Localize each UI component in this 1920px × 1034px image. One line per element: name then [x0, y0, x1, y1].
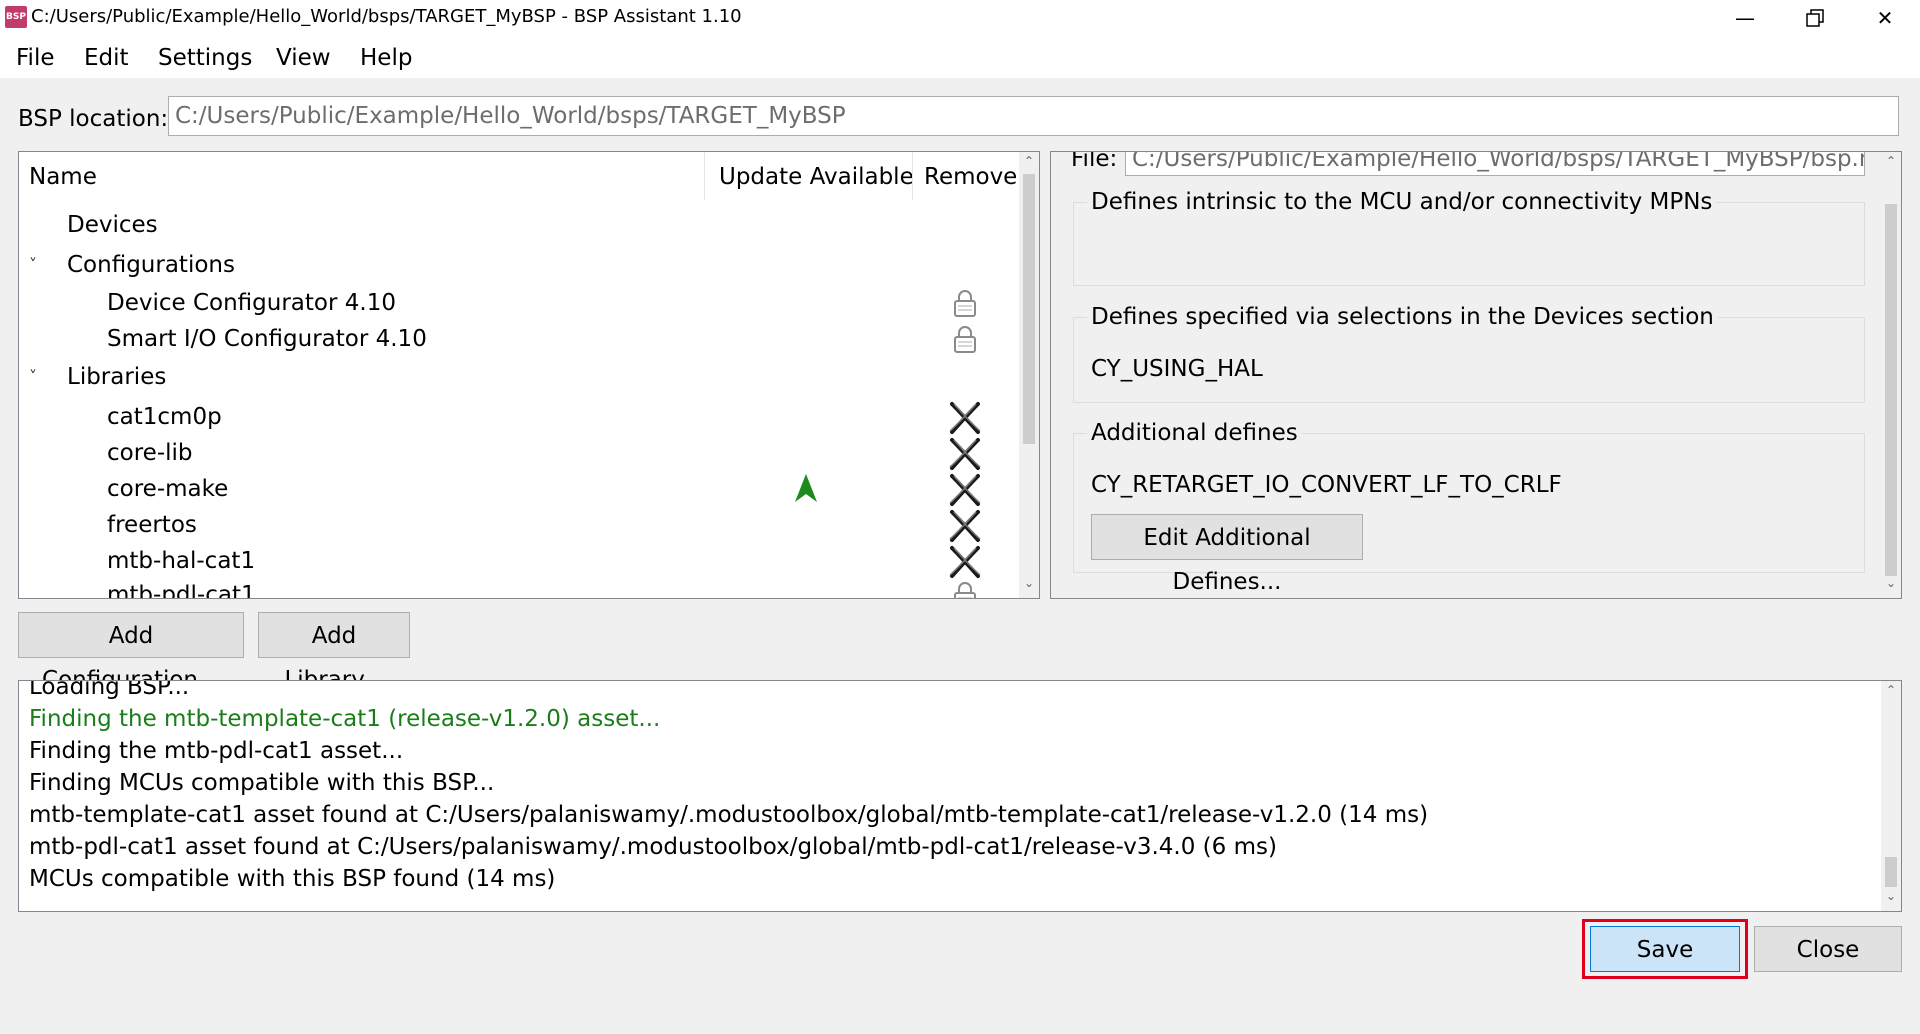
column-remove[interactable]: Remove [924, 162, 1017, 192]
tree-row-label: mtb-hal-cat1 [107, 548, 256, 574]
tree-row-label: Device Configurator 4.10 [107, 290, 396, 316]
scroll-up-icon[interactable]: ⌃ [1881, 154, 1901, 168]
tree-row-label: Libraries [67, 364, 167, 390]
bsp-tree-panel: Name Update Available Remove Devices ˅ Con… [18, 151, 1040, 599]
file-path-field[interactable]: C:/Users/Public/Example/Hello_World/bsps… [1125, 152, 1865, 176]
log-scrollbar[interactable]: ⌃ ⌄ [1881, 681, 1901, 911]
remove-icon[interactable] [947, 400, 981, 434]
log-line: MCUs compatible with this BSP found (14 … [29, 866, 556, 892]
tree-row-label: cat1cm0p [107, 404, 222, 430]
scroll-down-icon[interactable]: ⌄ [1881, 889, 1901, 903]
tree-row-label: Devices [67, 212, 158, 238]
log-panel: Loading BSP... Finding the mtb-template-c… [18, 680, 1902, 912]
edit-additional-defines-button[interactable]: Edit Additional Defines... [1091, 514, 1363, 595]
details-panel: File: C:/Users/Public/Example/Hello_Worl… [1050, 151, 1902, 599]
add-library-button[interactable]: Add Library... [258, 612, 410, 693]
window-title: C:/Users/Public/Example/Hello_World/bsps… [31, 6, 742, 27]
menu-edit[interactable]: Edit [84, 43, 129, 73]
log-line: mtb-template-cat1 asset found at C:/User… [29, 802, 1429, 828]
tree-row-mtb-hal-cat1[interactable]: mtb-hal-cat1 [19, 546, 1017, 578]
scroll-thumb[interactable] [1885, 204, 1897, 576]
log-line: Finding the mtb-template-cat1 (release-v… [29, 706, 661, 732]
tree-row-libraries[interactable]: ˅ Libraries [19, 362, 1017, 394]
column-update-available[interactable]: Update Available [719, 162, 914, 192]
scroll-down-icon[interactable]: ⌄ [1881, 576, 1901, 590]
lock-icon [951, 580, 979, 598]
bsp-location-field[interactable]: C:/Users/Public/Example/Hello_World/bsps… [168, 96, 1899, 136]
group-devices-defines-title: Defines specified via selections in the … [1087, 302, 1718, 332]
tree-row-configurations[interactable]: ˅ Configurations [19, 250, 1017, 282]
close-button[interactable]: Close [1754, 926, 1902, 972]
log-line: mtb-pdl-cat1 asset found at C:/Users/pal… [29, 834, 1277, 860]
update-available-icon[interactable] [793, 472, 819, 508]
scroll-thumb[interactable] [1885, 857, 1897, 887]
tree-row-label: Configurations [67, 252, 235, 278]
log-line: Finding MCUs compatible with this BSP... [29, 770, 495, 796]
lock-icon [951, 324, 979, 354]
tree-row-label: core-lib [107, 440, 193, 466]
scroll-thumb[interactable] [1023, 174, 1035, 444]
lock-icon [951, 288, 979, 318]
scroll-up-icon[interactable]: ⌃ [1019, 154, 1039, 168]
menu-settings[interactable]: Settings [158, 43, 252, 73]
details-scrollbar[interactable]: ⌃ ⌄ [1881, 152, 1901, 598]
column-separator [704, 152, 705, 200]
menu-help[interactable]: Help [360, 43, 412, 73]
additional-defines-value: CY_RETARGET_IO_CONVERT_LF_TO_CRLF [1091, 472, 1562, 498]
remove-icon[interactable] [947, 544, 981, 578]
devices-defines-value: CY_USING_HAL [1091, 356, 1263, 382]
tree-row-core-make[interactable]: core-make [19, 474, 1017, 506]
tree-row-devices[interactable]: Devices [19, 210, 1017, 242]
tree-row-label: core-make [107, 476, 229, 502]
remove-icon[interactable] [947, 472, 981, 506]
tree-row-label: mtb-pdl-cat1 [107, 582, 256, 599]
column-separator [912, 152, 913, 200]
tree-row-device-configurator-4-10[interactable]: Device Configurator 4.10 [19, 288, 1017, 320]
tree-row-smart-i-o-configurator-4-10[interactable]: Smart I/O Configurator 4.10 [19, 324, 1017, 356]
tree-row-freertos[interactable]: freertos [19, 510, 1017, 542]
group-additional-defines-title: Additional defines [1087, 418, 1302, 448]
tree-scrollbar[interactable]: ⌃ ⌄ [1019, 152, 1039, 598]
log-line: Finding the mtb-pdl-cat1 asset... [29, 738, 404, 764]
group-intrinsic-defines-title: Defines intrinsic to the MCU and/or conn… [1087, 187, 1717, 217]
save-button[interactable]: Save [1590, 926, 1740, 972]
remove-icon[interactable] [947, 436, 981, 470]
file-label: File: [1071, 151, 1118, 172]
tree-row-mtb-pdl-cat1[interactable]: mtb-pdl-cat1 [19, 580, 1017, 599]
column-name[interactable]: Name [29, 162, 97, 192]
minimize-icon[interactable]: — [1710, 0, 1780, 36]
bsp-app-icon: BSP [5, 6, 27, 28]
bsp-location-label: BSP location: [18, 106, 169, 132]
add-configuration-button[interactable]: Add Configuration... [18, 612, 244, 693]
tree-row-label: Smart I/O Configurator 4.10 [107, 326, 427, 352]
menu-file[interactable]: File [16, 43, 55, 73]
scroll-down-icon[interactable]: ⌄ [1019, 576, 1039, 590]
chevron-down-icon[interactable]: ˅ [29, 250, 37, 280]
restore-icon[interactable] [1780, 0, 1850, 36]
close-icon[interactable]: ✕ [1850, 0, 1920, 36]
menu-view[interactable]: View [276, 43, 331, 73]
tree-row-label: freertos [107, 512, 197, 538]
chevron-down-icon[interactable]: ˅ [29, 362, 37, 392]
log-line: Loading BSP... [29, 680, 190, 700]
scroll-up-icon[interactable]: ⌃ [1881, 683, 1901, 697]
tree-row-core-lib[interactable]: core-lib [19, 438, 1017, 470]
remove-icon[interactable] [947, 508, 981, 542]
tree-row-cat1cm0p[interactable]: cat1cm0p [19, 402, 1017, 434]
